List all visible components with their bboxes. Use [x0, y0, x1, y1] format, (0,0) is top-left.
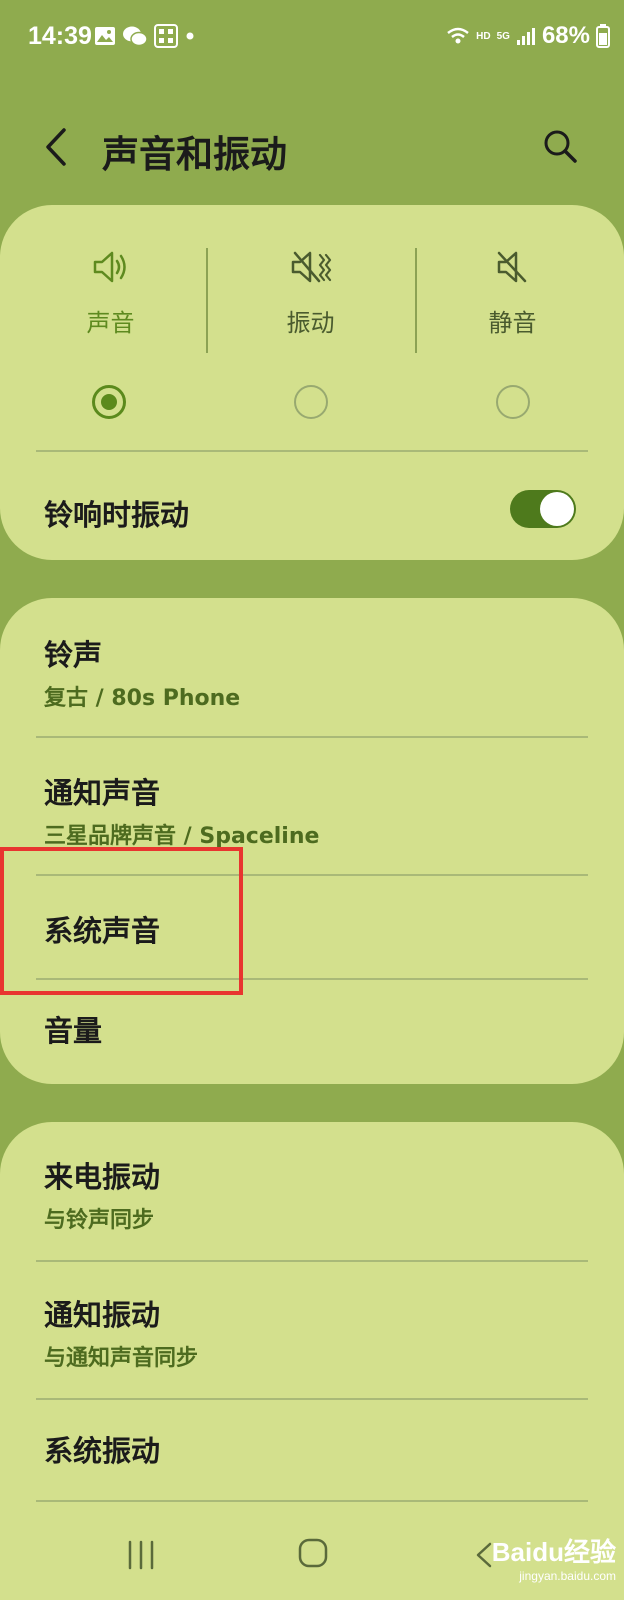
- list-item-title: 音量: [44, 1014, 103, 1048]
- qr-code-icon: [154, 24, 178, 48]
- home-icon: [298, 1538, 328, 1568]
- app-header: 声音和振动: [0, 100, 624, 200]
- divider: [36, 1500, 588, 1502]
- list-item-title: 通知振动: [44, 1298, 161, 1332]
- status-icons-left: [94, 24, 196, 48]
- list-item-title: 系统振动: [44, 1434, 161, 1468]
- divider: [36, 450, 588, 452]
- status-time: 14:39: [28, 22, 92, 50]
- status-bar: 14:39 HD 5G 68%: [0, 0, 624, 76]
- recent-apps-button[interactable]: [124, 1538, 158, 1572]
- search-icon: [544, 130, 577, 163]
- vibration-settings-card: 来电振动 与铃声同步 通知振动 与通知声音同步 系统振动: [0, 1122, 624, 1522]
- hd-label: HD: [476, 30, 491, 42]
- watermark: Baidu经验 jingyan.baidu.com: [492, 1532, 616, 1583]
- radio-sound[interactable]: [92, 385, 126, 419]
- list-item-title: 铃声: [44, 638, 103, 672]
- mode-option-vibrate[interactable]: 振动: [208, 245, 413, 405]
- network-type-label: 5G: [496, 30, 510, 42]
- navigation-bar: Baidu经验 jingyan.baidu.com: [0, 1522, 624, 1600]
- list-item-title: 来电振动: [44, 1160, 161, 1194]
- radio-vibrate[interactable]: [294, 385, 328, 419]
- page-title: 声音和振动: [102, 133, 287, 176]
- list-item-title: 通知声音: [44, 776, 161, 810]
- divider: [36, 1398, 588, 1400]
- battery-icon: [596, 24, 610, 48]
- mode-label-mute: 静音: [488, 309, 537, 337]
- more-notifications-icon: [186, 32, 194, 40]
- wechat-icon: [123, 26, 148, 47]
- divider: [36, 736, 588, 738]
- mode-option-sound[interactable]: 声音: [8, 245, 213, 405]
- mute-icon: [497, 251, 526, 283]
- toggle-knob: [540, 492, 574, 526]
- highlight-box: [0, 847, 243, 995]
- mode-label-vibrate: 振动: [286, 309, 335, 337]
- gallery-icon: [95, 27, 115, 45]
- watermark-brand: Baidu经验: [491, 1537, 616, 1567]
- battery-percent: 68%: [541, 22, 590, 49]
- home-button[interactable]: [296, 1536, 330, 1570]
- status-icons-right: HD 5G 68%: [446, 22, 610, 50]
- sound-mode-card: 声音 振动 静音 铃响时振动: [0, 205, 624, 560]
- wifi-icon: [447, 27, 469, 44]
- vibrate-while-ringing-toggle[interactable]: [510, 490, 576, 528]
- radio-mute[interactable]: [496, 385, 530, 419]
- watermark-url: jingyan.baidu.com: [519, 1569, 616, 1583]
- list-item-subtitle: 与通知声音同步: [44, 1346, 199, 1371]
- back-arrow-icon: [46, 128, 66, 166]
- vibrate-while-ringing-label: 铃响时振动: [44, 498, 190, 532]
- signal-icon: [516, 28, 535, 45]
- list-item-subtitle: 复古 / 80s Phone: [44, 686, 241, 711]
- recent-apps-icon: [128, 1540, 154, 1570]
- vibrate-icon: [291, 251, 331, 283]
- back-button[interactable]: [38, 122, 78, 172]
- divider: [36, 1260, 588, 1262]
- list-item-subtitle: 三星品牌声音 / Spaceline: [44, 824, 320, 849]
- mode-option-mute[interactable]: 静音: [410, 245, 615, 405]
- list-item-subtitle: 与铃声同步: [44, 1208, 155, 1233]
- speaker-icon: [93, 251, 126, 283]
- search-button[interactable]: [540, 126, 580, 166]
- mode-label-sound: 声音: [86, 309, 135, 337]
- sound-settings-card: 铃声 复古 / 80s Phone 通知声音 三星品牌声音 / Spacelin…: [0, 598, 624, 1084]
